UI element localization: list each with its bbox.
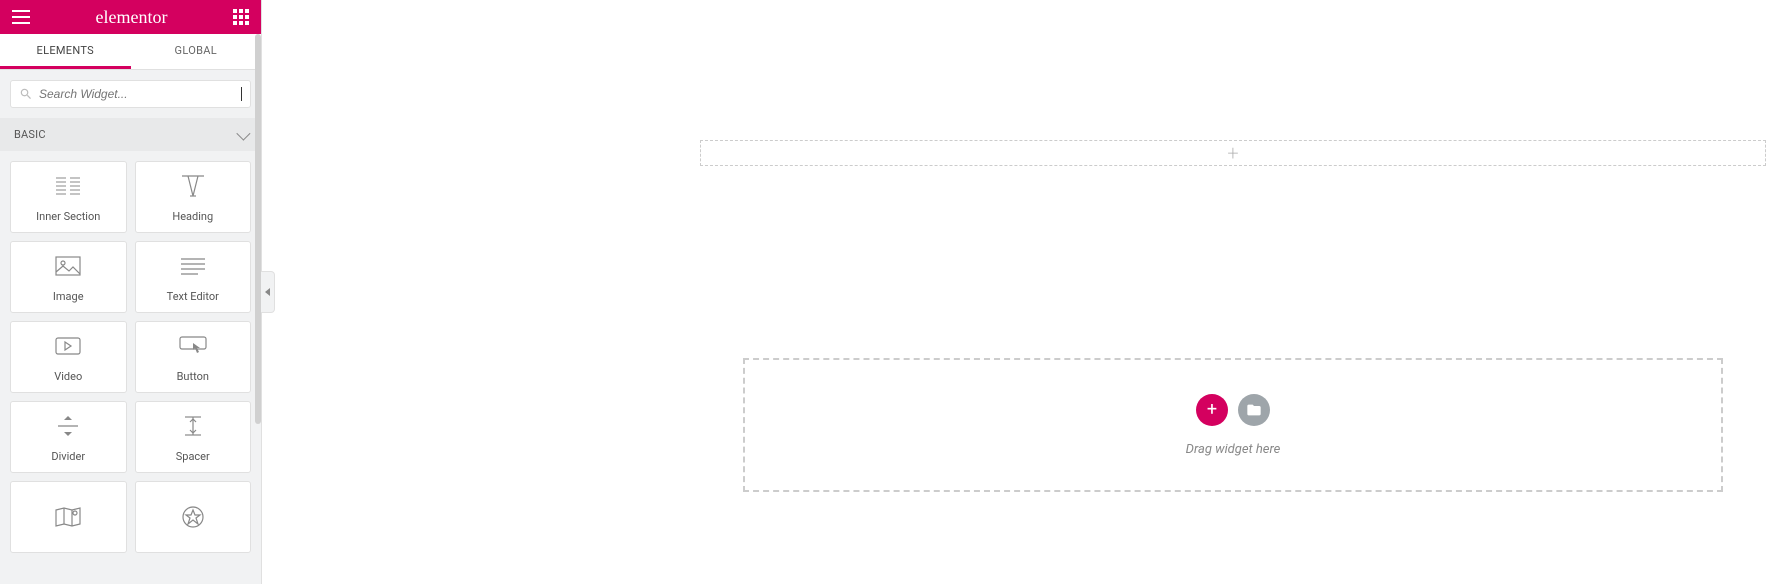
widget-heading-label: Heading [172,210,213,223]
text-editor-icon [180,252,206,280]
image-icon [55,252,81,280]
widget-video-label: Video [54,370,82,383]
widget-video[interactable]: Video [10,321,127,393]
topbar: elementor [0,0,261,34]
logo: elementor [30,7,233,28]
widget-google-maps[interactable] [10,481,127,553]
plus-icon: + [1207,399,1217,420]
dropzone-buttons: + [1196,394,1270,426]
folder-icon [1246,402,1262,418]
tab-global[interactable]: GLOBAL [131,34,262,69]
search-wrap [0,70,261,118]
chevron-down-icon [236,126,250,140]
sidebar: elementor ELEMENTS GLOBAL BASIC [0,0,262,584]
widget-heading[interactable]: Heading [135,161,252,233]
dropzone-label: Drag widget here [1186,442,1281,457]
widget-divider[interactable]: Divider [10,401,127,473]
apps-grid-icon[interactable] [233,9,249,25]
widget-image-label: Image [53,290,84,303]
sidebar-scrollbar[interactable] [255,34,261,424]
category-basic-label: BASIC [14,128,46,141]
chevron-left-icon [265,288,270,296]
widget-spacer-label: Spacer [176,450,210,463]
category-basic[interactable]: BASIC [0,118,261,151]
widget-button-label: Button [177,370,209,383]
widget-image[interactable]: Image [10,241,127,313]
spacer-icon [181,412,205,440]
add-section-button[interactable]: + [1196,394,1228,426]
plus-icon: + [1227,141,1238,165]
widget-text-editor[interactable]: Text Editor [135,241,252,313]
widget-text-editor-label: Text Editor [167,290,219,303]
widget-inner-section-label: Inner Section [36,210,100,223]
tab-elements[interactable]: ELEMENTS [0,34,131,69]
button-icon [179,332,207,360]
app-root: elementor ELEMENTS GLOBAL BASIC [0,0,1792,584]
widget-button[interactable]: Button [135,321,252,393]
search-box[interactable] [10,80,251,108]
video-icon [55,332,81,360]
hamburger-menu-icon[interactable] [12,10,30,24]
inner-section-icon [54,172,82,200]
add-template-button[interactable] [1238,394,1270,426]
text-cursor-icon [241,87,242,101]
dropzone[interactable]: + Drag widget here [743,358,1723,492]
map-icon [55,503,81,531]
section-add-placeholder[interactable]: + [700,140,1766,166]
sidebar-collapse-handle[interactable] [261,271,275,313]
widget-divider-label: Divider [51,450,85,463]
sidebar-tabs: ELEMENTS GLOBAL [0,34,261,70]
widgets-grid: Inner Section Heading [0,151,261,563]
star-icon [181,503,205,531]
divider-icon [56,412,80,440]
canvas: + + Drag widget here [262,0,1792,584]
search-input[interactable] [39,87,237,101]
search-icon [19,87,33,101]
widget-spacer[interactable]: Spacer [135,401,252,473]
heading-icon [180,172,206,200]
widget-inner-section[interactable]: Inner Section [10,161,127,233]
widget-icon[interactable] [135,481,252,553]
